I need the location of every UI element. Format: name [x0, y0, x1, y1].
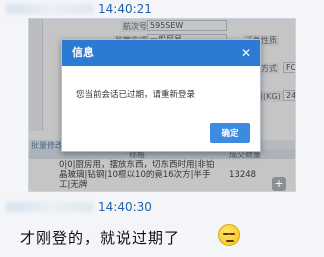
dialog-message: 您当前会话已过期，请重新登录 — [76, 90, 196, 100]
emoji-face-icon — [218, 224, 240, 246]
ok-button[interactable]: 确定 — [210, 123, 250, 143]
message-timestamp: 14:40:30 — [98, 200, 152, 214]
zoom-in-icon[interactable]: + — [272, 177, 286, 191]
sender-name-blurred — [6, 4, 94, 14]
sender-name-blurred — [6, 202, 94, 212]
shared-screenshot[interactable]: 航次号 595SEW 监管方式 一般贸易 迁免性质 成交方式 FO 净重(KG)… — [28, 18, 296, 192]
dialog-title-bar: 信息 ✕ — [62, 40, 260, 66]
message-header: 14:40:30 — [0, 198, 324, 216]
close-icon[interactable]: ✕ — [240, 40, 252, 66]
message-text: 才刚登的，就说过期了 — [20, 229, 181, 247]
session-expired-dialog: 信息 ✕ 您当前会话已过期，请重新登录 确定 — [61, 39, 261, 152]
dialog-title: 信息 — [72, 46, 94, 59]
message-header: 14:40:21 — [0, 0, 324, 18]
message-timestamp: 14:40:21 — [98, 2, 152, 16]
